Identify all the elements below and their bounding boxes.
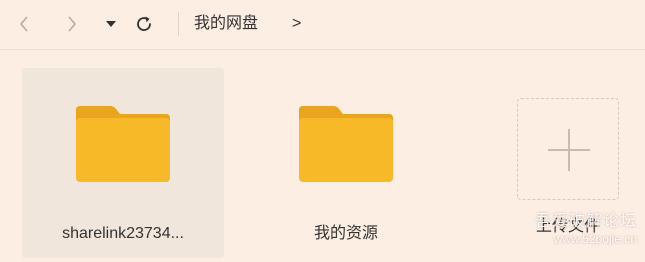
folder-item-sharelink[interactable]: sharelink23734... — [22, 68, 224, 258]
refresh-button[interactable] — [132, 12, 156, 36]
toolbar-divider — [178, 12, 179, 36]
history-dropdown-button[interactable] — [103, 12, 119, 36]
chevron-left-icon — [19, 16, 28, 32]
refresh-icon — [137, 16, 151, 31]
back-button[interactable] — [14, 12, 34, 36]
folder-icon — [299, 106, 393, 182]
navigation-toolbar: 我的网盘 > — [0, 0, 645, 50]
upload-file-button[interactable]: 上传文件 — [517, 98, 619, 235]
folder-name: sharelink23734... — [62, 225, 184, 242]
watermark: 吾爱破解论坛 www.52pojie.cn — [535, 213, 637, 247]
folder-name: 我的资源 — [313, 225, 378, 242]
plus-icon — [548, 129, 590, 171]
forward-button[interactable] — [62, 12, 82, 36]
breadcrumb-separator[interactable]: > — [292, 14, 301, 34]
folder-icon — [76, 106, 170, 182]
folder-item-my-resources[interactable]: 我的资源 — [245, 68, 447, 258]
caret-down-icon — [106, 21, 116, 27]
chevron-right-icon — [68, 16, 77, 32]
watermark-title: 吾爱破解论坛 — [534, 213, 637, 230]
watermark-url: www.52pojie.cn — [553, 232, 637, 246]
breadcrumb-my-drive[interactable]: 我的网盘 — [194, 14, 258, 34]
